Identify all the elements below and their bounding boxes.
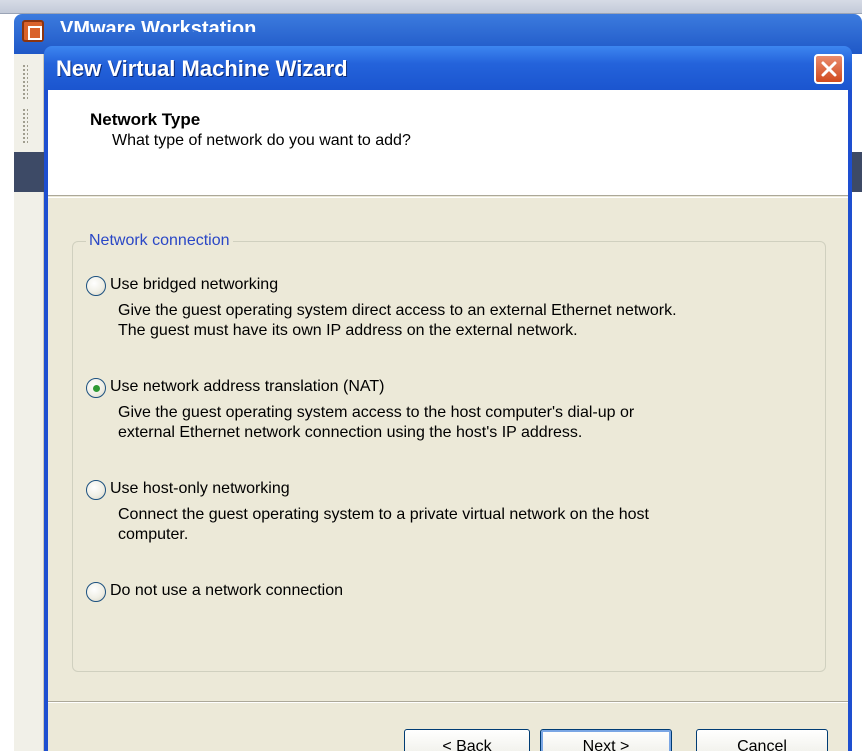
option-host-only[interactable]: Use host-only networking Connect the gue… — [86, 480, 826, 550]
close-icon — [821, 61, 837, 77]
description-line: The guest must have its own IP address o… — [118, 322, 578, 339]
header-divider — [48, 197, 848, 198]
option-description: Connect the guest operating system to a … — [118, 505, 649, 545]
vmware-app-icon — [22, 20, 44, 42]
description-line: Give the guest operating system direct a… — [118, 302, 677, 319]
groupbox-legend: Network connection — [86, 232, 233, 250]
background-left-band — [14, 152, 44, 192]
dialog-titlebar[interactable]: New Virtual Machine Wizard — [44, 46, 852, 90]
page-title: Network Type — [90, 110, 201, 129]
next-button[interactable]: Next > — [540, 729, 672, 751]
option-label: Do not use a network connection — [110, 582, 344, 599]
description-line: Connect the guest operating system to a … — [118, 506, 649, 523]
option-label: Use network address translation (NAT) — [110, 378, 385, 395]
cancel-button[interactable]: Cancel — [696, 729, 828, 751]
back-button[interactable]: < Back — [404, 729, 530, 751]
option-description: Give the guest operating system direct a… — [118, 301, 677, 341]
dialog-client-area: Network Type What type of network do you… — [48, 90, 848, 751]
dialog-title: New Virtual Machine Wizard — [56, 56, 348, 81]
radio-host-only[interactable] — [86, 480, 106, 500]
background-app-title: VMware Workstation — [60, 18, 257, 32]
radio-nat[interactable] — [86, 378, 106, 398]
new-vm-wizard-dialog: New Virtual Machine Wizard Network Type … — [44, 46, 852, 751]
grip-handle-icon — [22, 108, 28, 144]
footer-divider-highlight — [48, 702, 848, 703]
radio-no-network[interactable] — [86, 582, 106, 602]
background-desktop-strip — [0, 0, 862, 14]
description-line: external Ethernet network connection usi… — [118, 424, 583, 441]
option-label: Use host-only networking — [110, 480, 290, 497]
description-line: Give the guest operating system access t… — [118, 404, 635, 421]
option-description: Give the guest operating system access t… — [118, 403, 634, 443]
background-right-band — [852, 152, 862, 192]
close-button[interactable] — [814, 54, 844, 84]
option-label: Use bridged networking — [110, 276, 279, 293]
wizard-header: Network Type What type of network do you… — [48, 90, 848, 196]
grip-handle-icon — [22, 64, 28, 100]
description-line: computer. — [118, 526, 189, 543]
option-no-network[interactable]: Do not use a network connection — [86, 582, 826, 606]
page-subtitle: What type of network do you want to add? — [112, 132, 411, 149]
radio-bridged[interactable] — [86, 276, 106, 296]
option-bridged[interactable]: Use bridged networking Give the guest op… — [86, 276, 826, 346]
option-nat[interactable]: Use network address translation (NAT) Gi… — [86, 378, 826, 448]
